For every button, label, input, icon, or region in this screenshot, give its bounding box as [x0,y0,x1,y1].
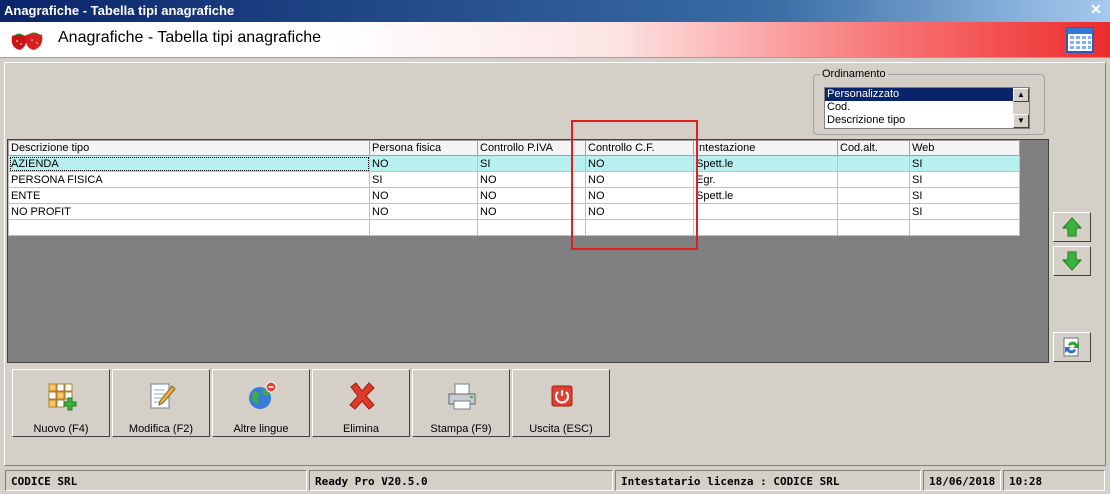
refresh-document-icon [1063,337,1079,357]
ordinamento-option[interactable]: Personalizzato [825,88,1015,101]
ordinamento-label: Ordinamento [820,68,888,80]
calendar-icon[interactable] [1066,27,1094,53]
arrow-up-icon [1061,217,1083,237]
uscita-button[interactable]: Uscita (ESC) [512,369,610,437]
table-header-row: Descrizione tipo Persona fisica Controll… [8,140,1020,156]
close-icon[interactable]: ✕ [1088,2,1104,18]
ordinamento-group: Ordinamento Personalizzato Cod. Descrizi… [813,68,1045,135]
table-cell[interactable] [8,219,370,236]
table-cell[interactable]: NO [477,171,586,188]
column-header[interactable]: Controllo P.IVA [477,140,586,156]
table-cell[interactable]: SI [909,155,1020,172]
table-cell[interactable]: NO [585,187,694,204]
uscita-label: Uscita (ESC) [529,423,593,435]
table-cell[interactable] [909,219,1020,236]
table-cell[interactable] [585,219,694,236]
column-header[interactable]: Intestazione [693,140,838,156]
ordinamento-option[interactable]: Cod. [825,101,1015,114]
table-row[interactable]: AZIENDA NO SI NO Spett.le SI [8,155,1020,172]
status-license: Intestatario licenza : CODICE SRL [615,470,921,491]
column-header[interactable]: Persona fisica [369,140,478,156]
add-grid-icon [48,383,77,411]
table-cell[interactable]: PERSONA FISICA [8,171,370,188]
table-row[interactable]: NO PROFIT NO NO NO SI [8,203,1020,220]
modifica-label: Modifica (F2) [128,423,194,435]
column-header[interactable]: Descrizione tipo [8,140,370,156]
table-cell[interactable]: NO [585,155,694,172]
table-cell[interactable]: ENTE [8,187,370,204]
page-title: Anagrafiche - Tabella tipi anagrafiche [58,29,321,46]
page-header: Anagrafiche - Tabella tipi anagrafiche [0,22,1110,58]
table-cell[interactable]: SI [909,203,1020,220]
altre-lingue-label: Altre lingue [233,423,289,435]
table-cell[interactable]: Spett.le [693,187,838,204]
stampa-label: Stampa (F9) [430,423,492,435]
scroll-up-icon[interactable]: ▲ [1013,88,1029,102]
table-cell[interactable] [837,171,910,188]
table-cell[interactable] [837,155,910,172]
table-cell[interactable] [837,203,910,220]
ordinamento-option[interactable]: Descrizione tipo [825,114,1015,127]
modifica-button[interactable]: Modifica (F2) [112,369,210,437]
window-titlebar: Anagrafiche - Tabella tipi anagrafiche ✕ [0,0,1110,22]
elimina-button[interactable]: Elimina [312,369,410,437]
table-cell[interactable]: NO [585,171,694,188]
strawberry-logo-icon [11,32,43,50]
table-cell[interactable]: AZIENDA [8,155,370,172]
refresh-button[interactable] [1053,332,1091,362]
table-cell[interactable] [477,219,586,236]
edit-document-icon [150,383,176,409]
status-bar: CODICE SRL Ready Pro V20.5.0 Intestatari… [0,466,1110,494]
table-cell[interactable]: NO [585,203,694,220]
grid-area: Descrizione tipo Persona fisica Controll… [7,139,1049,363]
globe-icon [249,381,277,409]
table-cell[interactable]: SI [909,187,1020,204]
table-cell[interactable] [693,219,838,236]
nuovo-label: Nuovo (F4) [33,423,89,435]
table-cell[interactable]: SI [477,155,586,172]
table-row[interactable]: PERSONA FISICA SI NO NO Egr. SI [8,171,1020,188]
table-row[interactable]: ENTE NO NO NO Spett.le SI [8,187,1020,204]
arrow-down-icon [1061,251,1083,271]
table-cell[interactable]: SI [909,171,1020,188]
table-cell[interactable]: NO [369,203,478,220]
window-title: Anagrafiche - Tabella tipi anagrafiche [4,3,235,18]
ordinamento-listbox[interactable]: Personalizzato Cod. Descrizione tipo ▲ ▼ [824,87,1030,129]
status-company: CODICE SRL [5,470,307,491]
column-header[interactable]: Web [909,140,1020,156]
table-cell[interactable]: NO PROFIT [8,203,370,220]
altre-lingue-button[interactable]: Altre lingue [212,369,310,437]
table-cell[interactable]: NO [369,187,478,204]
nuovo-button[interactable]: Nuovo (F4) [12,369,110,437]
table-cell[interactable]: SI [369,171,478,188]
status-version: Ready Pro V20.5.0 [309,470,613,491]
column-header[interactable]: Controllo C.F. [585,140,694,156]
table-row-empty[interactable] [8,219,1020,236]
table-cell[interactable]: NO [477,187,586,204]
column-header[interactable]: Cod.alt. [837,140,910,156]
delete-x-icon [349,382,375,410]
ordinamento-scrollbar[interactable]: ▲ ▼ [1013,88,1029,128]
power-icon [551,385,573,407]
table-cell[interactable]: Spett.le [693,155,838,172]
table-cell[interactable] [369,219,478,236]
table-cell[interactable]: NO [369,155,478,172]
status-date: 18/06/2018 [923,470,1001,491]
elimina-label: Elimina [342,423,380,435]
status-time: 10:28 [1003,470,1105,491]
scroll-down-icon[interactable]: ▼ [1013,114,1029,128]
table-cell[interactable] [837,219,910,236]
printer-icon [448,383,476,410]
stampa-button[interactable]: Stampa (F9) [412,369,510,437]
move-up-button[interactable] [1053,212,1091,242]
table-cell[interactable] [693,203,838,220]
move-down-button[interactable] [1053,246,1091,276]
tipi-anagrafiche-table: Descrizione tipo Persona fisica Controll… [8,140,1020,236]
table-cell[interactable] [837,187,910,204]
table-cell[interactable]: NO [477,203,586,220]
table-cell[interactable]: Egr. [693,171,838,188]
